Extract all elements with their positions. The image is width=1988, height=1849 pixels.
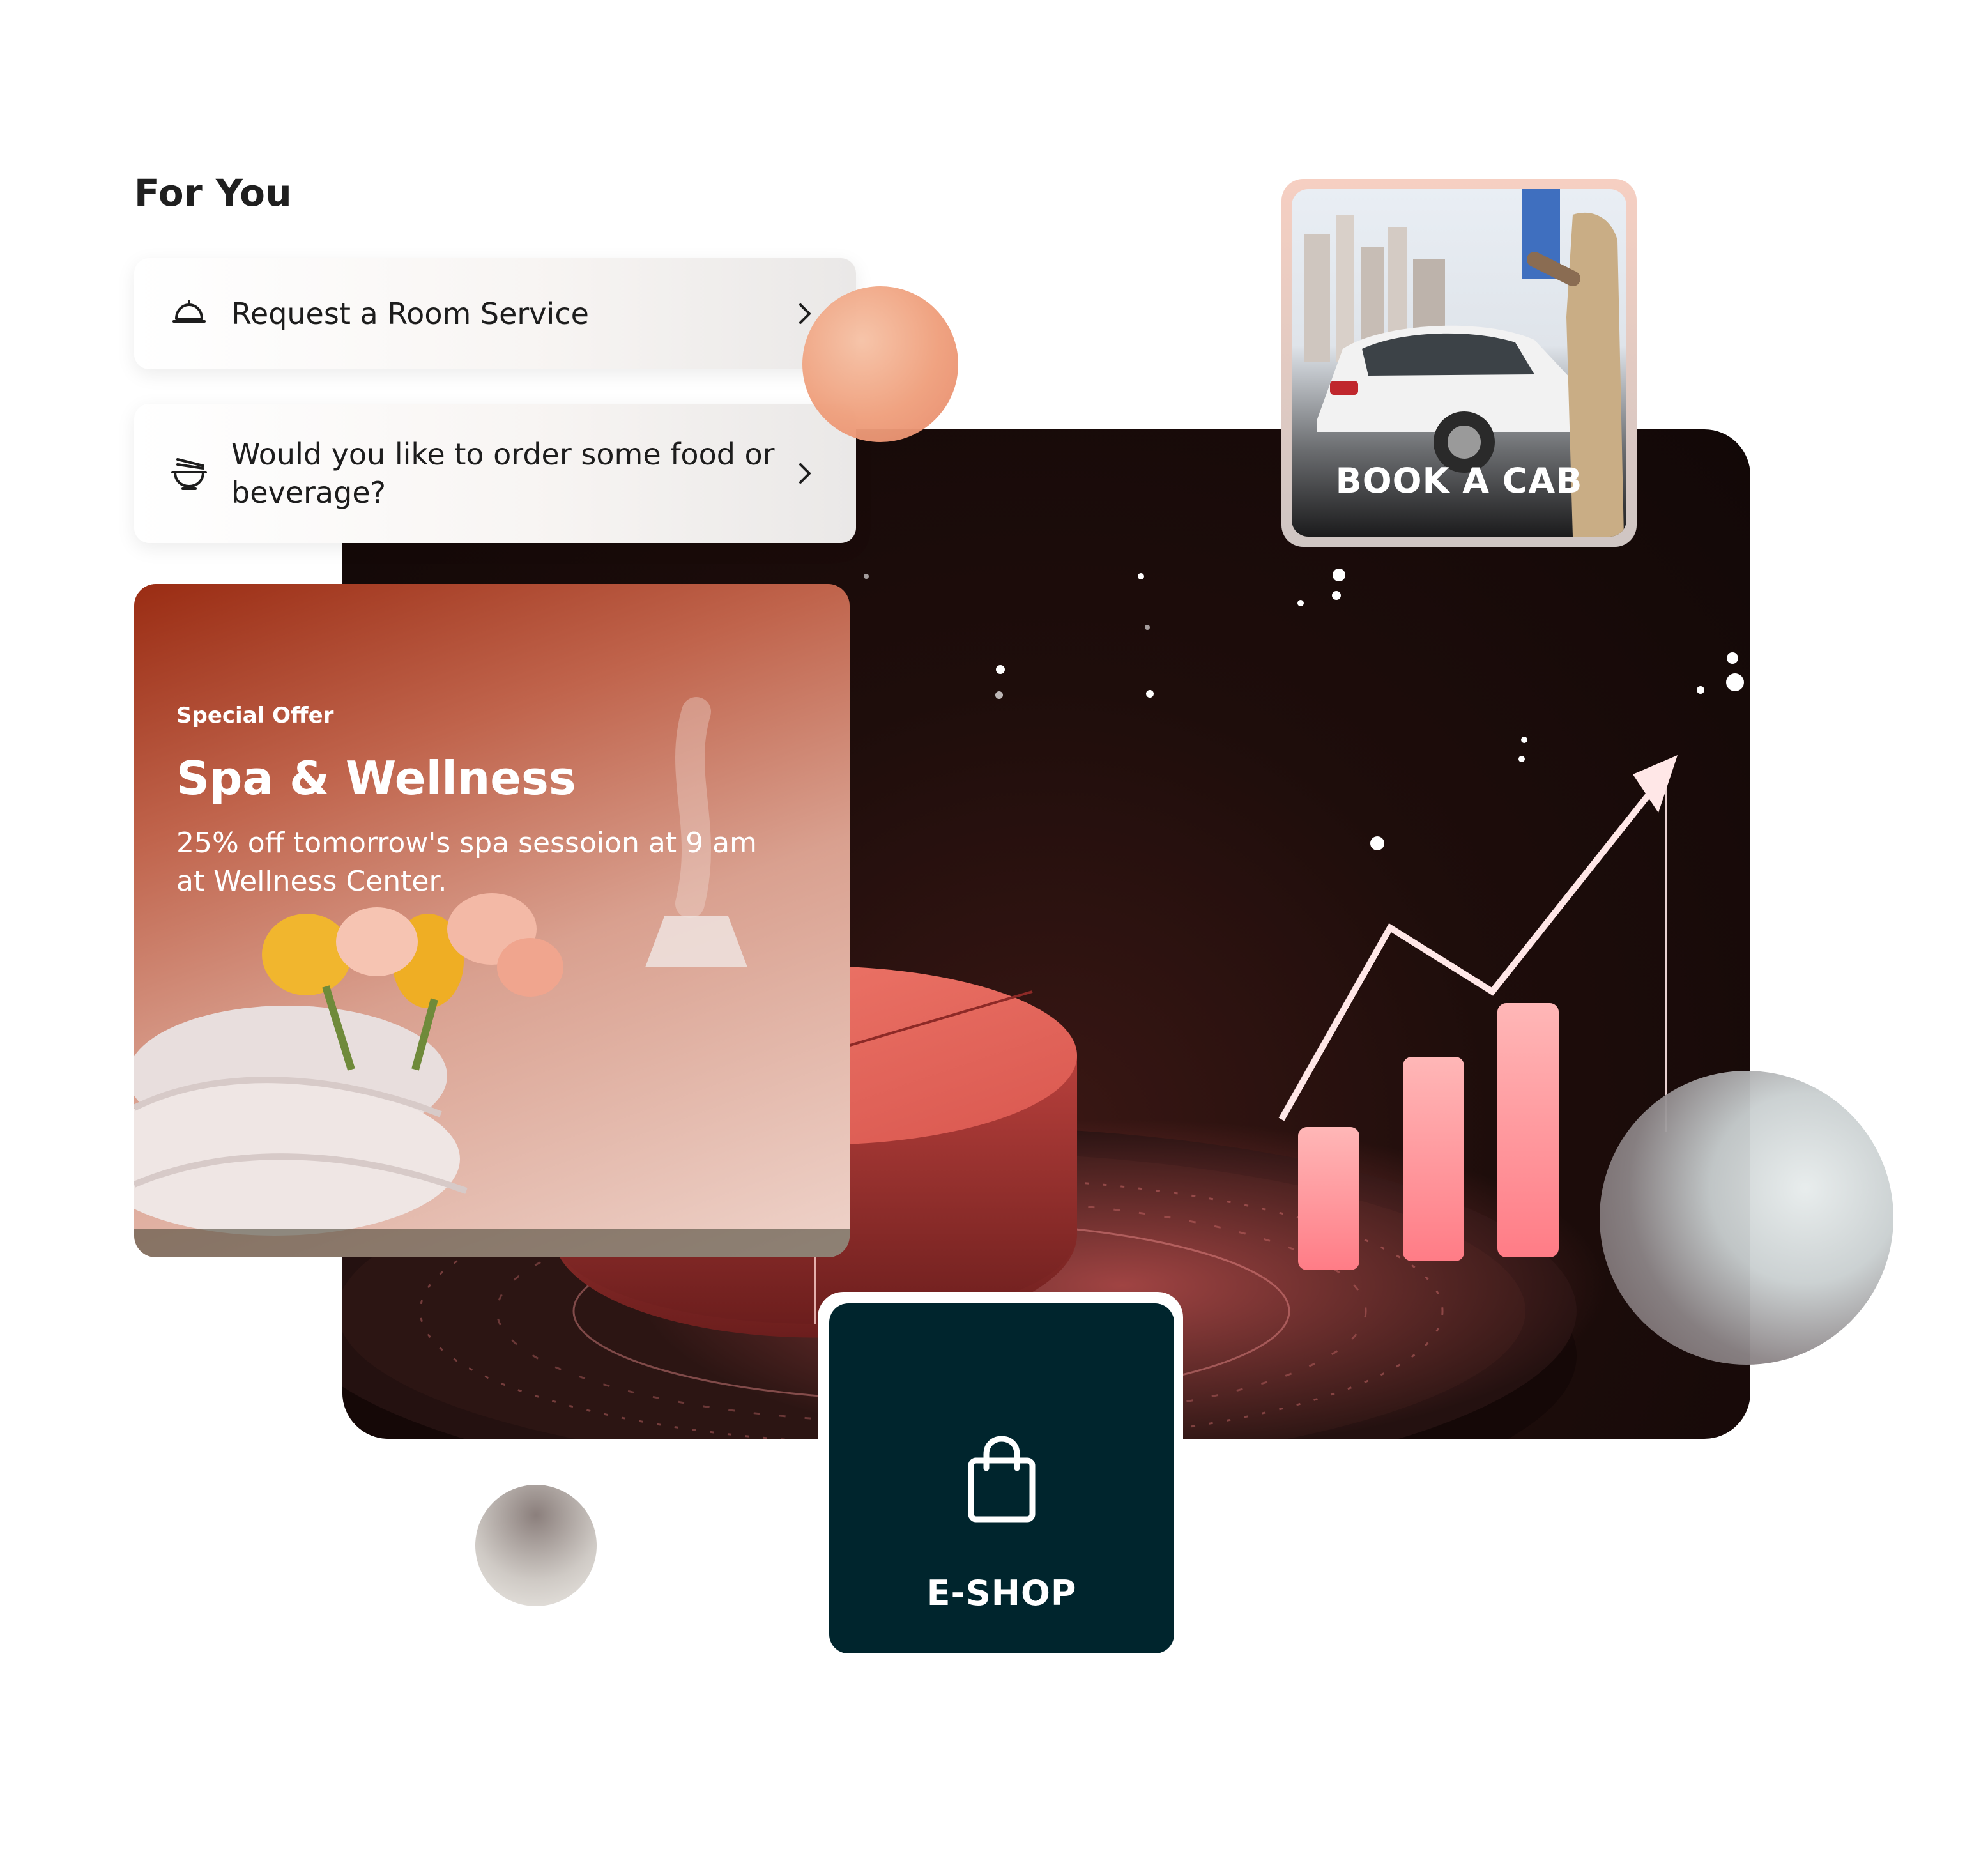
spa-offer-card[interactable]: Special Offer Spa & Wellness 25% off tom… — [134, 584, 850, 1257]
cab-photo: BOOK A CAB — [1292, 189, 1626, 537]
book-cab-card[interactable]: BOOK A CAB — [1281, 179, 1637, 547]
chevron-right-icon — [799, 463, 811, 484]
food-bowl-icon — [171, 458, 207, 490]
decorative-peach-orb — [802, 286, 958, 442]
eshop-label: E-SHOP — [926, 1573, 1077, 1613]
decorative-small-orb — [475, 1485, 597, 1606]
room-service-cloche-icon — [172, 300, 206, 323]
decorative-grey-orb — [1600, 1071, 1893, 1365]
promo-badge: Special Offer — [176, 703, 334, 728]
promo-description: 25% off tomorrow's spa sessoion at 9 am … — [176, 827, 757, 898]
shopping-bag-icon — [968, 1436, 1036, 1523]
food-order-label: Would you like to order some food or bev… — [231, 437, 775, 510]
room-service-card[interactable]: Request a Room Service — [134, 258, 856, 369]
book-cab-label: BOOK A CAB — [1335, 461, 1583, 501]
food-order-card[interactable]: Would you like to order some food or bev… — [134, 404, 856, 543]
room-service-label: Request a Room Service — [231, 296, 589, 331]
promo-title: Spa & Wellness — [176, 751, 576, 805]
spa-photo-illustration — [134, 697, 850, 1257]
section-title: For You — [134, 171, 293, 215]
